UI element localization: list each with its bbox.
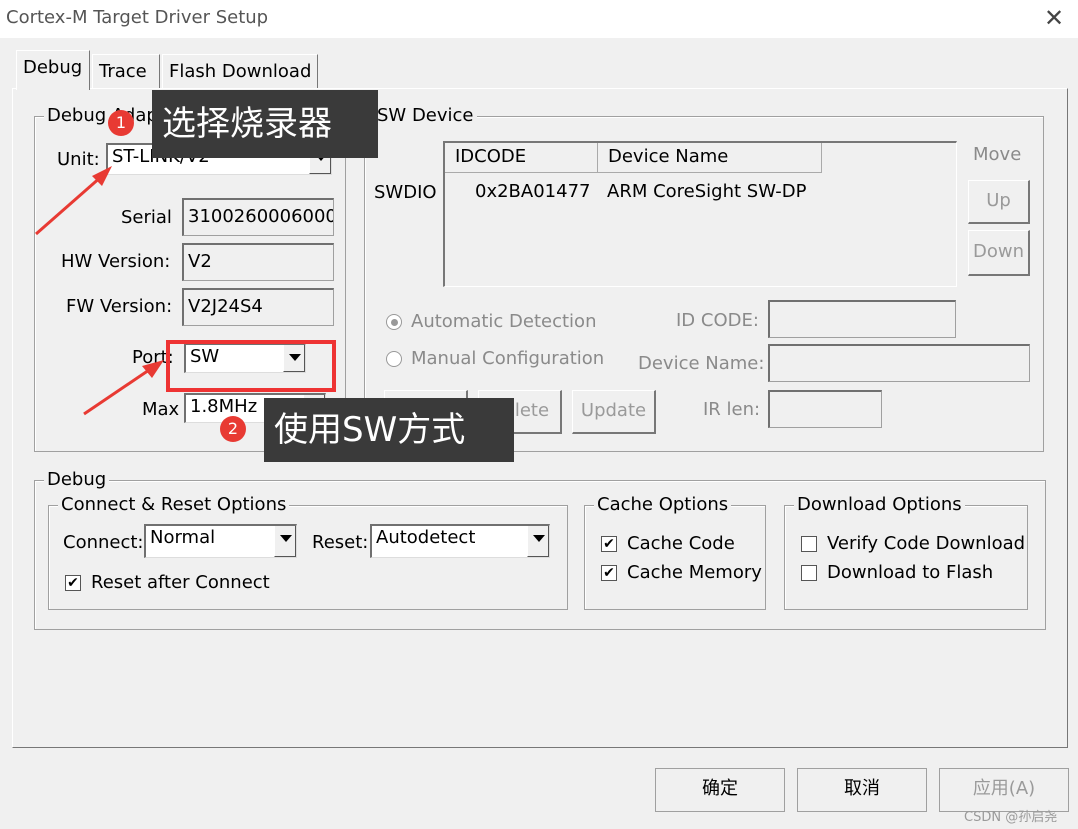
annotation-badge-1: 1 <box>108 110 134 136</box>
annotation-badge-2: 2 <box>220 416 246 442</box>
arrow-to-unit-icon <box>35 166 112 236</box>
annotation-arrows <box>35 166 164 416</box>
arrow-to-port-icon <box>83 360 164 416</box>
